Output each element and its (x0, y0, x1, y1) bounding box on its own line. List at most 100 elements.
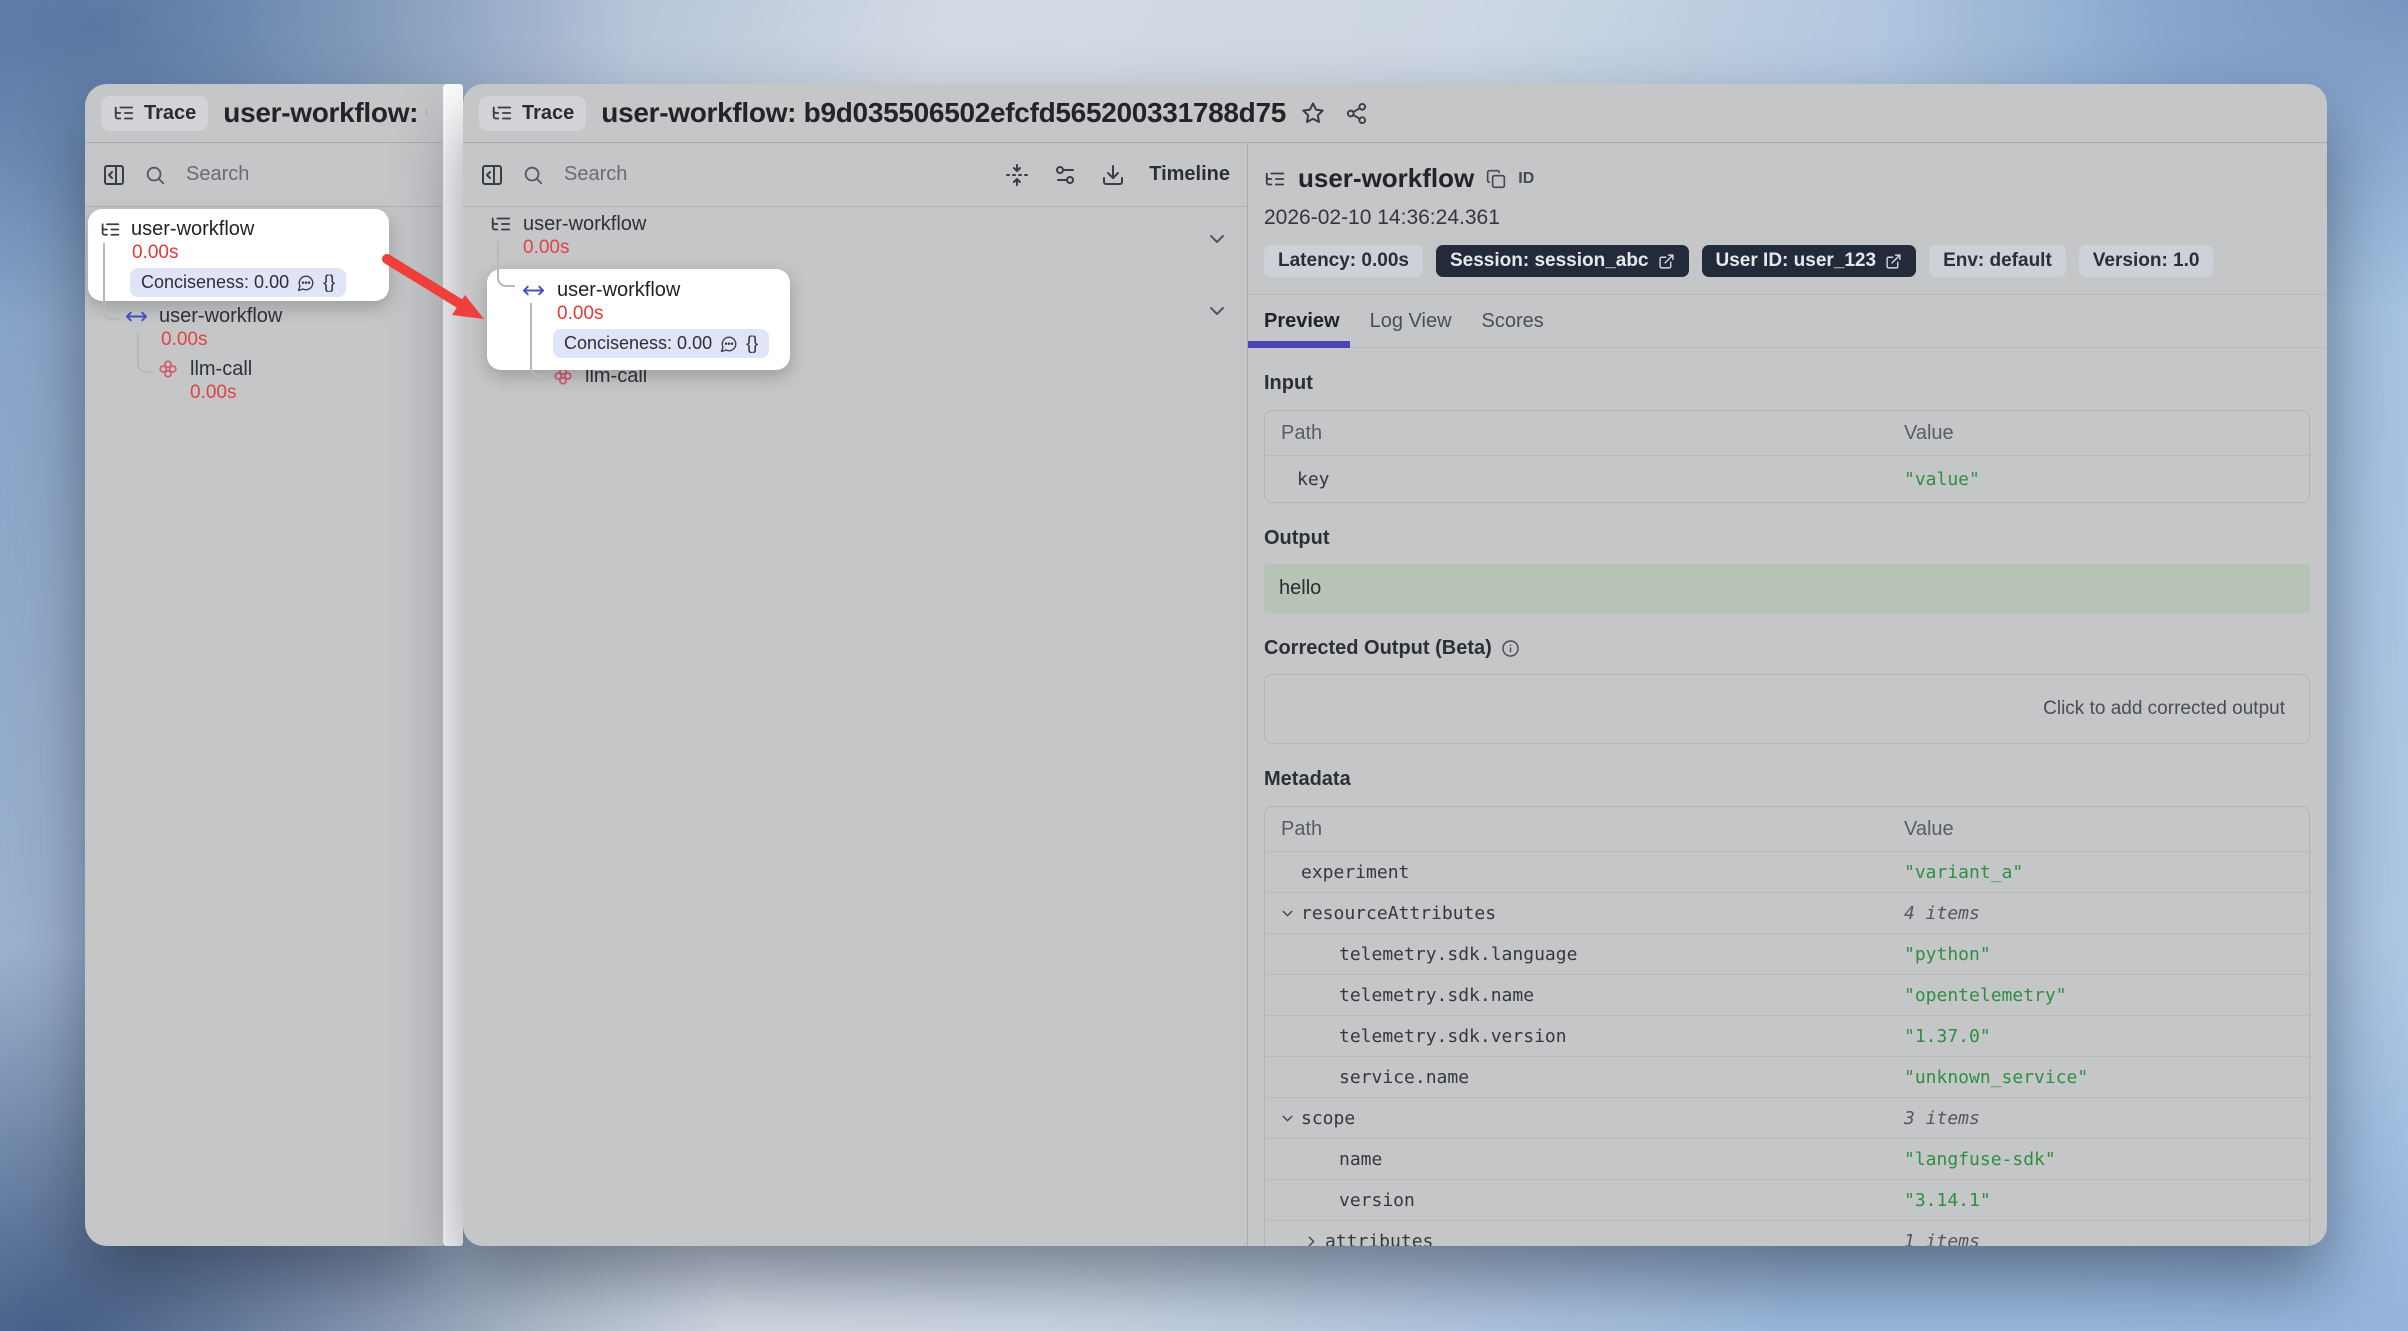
trace-detail-window: Trace user-workflow: b9d035506502efcfd56… (463, 84, 2327, 1246)
table-row[interactable]: version "3.14.1" (1265, 1179, 2309, 1220)
col-value: Value (1904, 422, 1954, 445)
llm-generation-icon (157, 358, 179, 380)
table-row[interactable]: attributes 1 items (1265, 1220, 2309, 1246)
tree-connector (103, 243, 120, 320)
settings-sliders-icon[interactable] (1053, 163, 1077, 187)
list-tree-icon (490, 213, 512, 235)
latency-badge: Latency: 0.00s (1264, 245, 1423, 277)
detail-tabs: Preview Log View Scores (1248, 294, 2326, 348)
span-duration: 0.00s (523, 236, 646, 260)
move-horizontal-icon (125, 305, 148, 328)
list-tree-icon (113, 102, 135, 124)
row-value: "value" (1904, 469, 1980, 490)
trace-badge-label: Trace (522, 102, 574, 125)
tree-search-input[interactable] (562, 162, 987, 187)
output-section-heading: Output (1264, 527, 2310, 550)
main-titlebar: Trace user-workflow: b9d035506502efcfd56… (463, 84, 2327, 143)
version-badge: Version: 1.0 (2079, 245, 2214, 277)
score-badge[interactable]: Conciseness: 0.00 {} (130, 268, 346, 297)
table-row[interactable]: telemetry.sdk.version "1.37.0" (1265, 1015, 2309, 1056)
corrected-output-placeholder: Click to add corrected output (2043, 698, 2285, 720)
bg-window-titlebar: Trace user-workflow: 0bde (85, 84, 443, 143)
fold-vertical-icon[interactable] (1005, 163, 1029, 187)
observation-tree: user-workflow 0.00s user-workflow 0.00s … (463, 207, 1247, 1246)
metadata-section-heading: Metadata (1264, 768, 2310, 791)
external-link-icon (1658, 253, 1675, 270)
tab-preview[interactable]: Preview (1248, 310, 1355, 333)
tab-log-view[interactable]: Log View (1355, 310, 1467, 333)
row-value: "opentelemetry" (1904, 985, 2067, 1006)
share-icon[interactable] (1345, 102, 1368, 125)
row-path: attributes (1325, 1231, 1433, 1247)
trace-timestamp: 2026-02-10 14:36:24.361 (1264, 206, 2310, 230)
span-label: user-workflow (159, 304, 282, 328)
trace-badges: Latency: 0.00s Session: session_abc User… (1264, 245, 2310, 277)
copy-icon[interactable] (1486, 169, 1506, 189)
bg-observation-tree: user-workflow 0.00s Conciseness: 0.00 {}… (85, 207, 443, 1246)
tab-scores[interactable]: Scores (1467, 310, 1559, 333)
table-row[interactable]: resourceAttributes 4 items (1265, 892, 2309, 933)
output-value: hello (1264, 564, 2310, 613)
score-label: Conciseness: 0.00 (564, 333, 712, 354)
table-row[interactable]: scope 3 items (1265, 1097, 2309, 1138)
tree-connector (530, 303, 548, 377)
row-value: 3 items (1904, 1108, 1980, 1129)
bg-tree-node-root-highlighted[interactable]: user-workflow 0.00s Conciseness: 0.00 {} (88, 209, 389, 301)
info-icon[interactable] (1501, 639, 1520, 658)
score-json-braces: {} (746, 333, 758, 354)
chevron-down-icon[interactable] (1279, 905, 1296, 922)
trace-badge-label: Trace (144, 102, 196, 125)
corrected-output-editor[interactable]: Click to add corrected output (1264, 674, 2310, 744)
bg-window-title: user-workflow: 0bde (223, 97, 427, 129)
row-value: "1.37.0" (1904, 1026, 1991, 1047)
row-value: 1 items (1904, 1231, 1980, 1247)
bg-window-toolbar (85, 143, 443, 207)
table-row[interactable]: telemetry.sdk.language "python" (1265, 933, 2309, 974)
row-path: name (1339, 1149, 1382, 1170)
col-path: Path (1265, 422, 1904, 445)
download-icon[interactable] (1101, 163, 1125, 187)
main-window-title: user-workflow: b9d035506502efcfd56520033… (601, 97, 1286, 129)
bg-search-input[interactable] (184, 162, 426, 187)
search-icon (144, 164, 166, 186)
span-duration: 0.00s (190, 381, 252, 405)
span-label: user-workflow (523, 212, 646, 236)
session-badge[interactable]: Session: session_abc (1436, 245, 1689, 277)
timeline-toggle[interactable]: Timeline (1149, 163, 1230, 186)
list-tree-icon (1264, 168, 1286, 190)
trace-name: user-workflow (1298, 163, 1474, 194)
row-value: "langfuse-sdk" (1904, 1149, 2056, 1170)
desktop: Trace user-workflow: 0bde user-workflow … (0, 0, 2408, 1331)
star-icon[interactable] (1301, 101, 1325, 125)
score-label: Conciseness: 0.00 (141, 272, 289, 293)
row-path: service.name (1339, 1067, 1469, 1088)
comment-icon (297, 274, 315, 292)
table-row[interactable]: experiment "variant_a" (1265, 851, 2309, 892)
chevron-down-icon[interactable] (1279, 1110, 1296, 1127)
panel-collapse-icon[interactable] (480, 163, 504, 187)
col-path: Path (1265, 818, 1904, 841)
table-row[interactable]: key "value" (1265, 455, 2309, 502)
chevron-down-icon[interactable] (1205, 299, 1229, 323)
row-path: resourceAttributes (1301, 903, 1496, 924)
score-badge[interactable]: Conciseness: 0.00 {} (553, 329, 769, 358)
input-section-heading: Input (1264, 372, 2310, 395)
list-tree-icon (491, 102, 513, 124)
panel-collapse-icon[interactable] (102, 163, 126, 187)
bg-tree-node-llm-call[interactable]: llm-call 0.00s (157, 357, 252, 405)
table-row[interactable]: service.name "unknown_service" (1265, 1056, 2309, 1097)
score-json-braces: {} (323, 272, 335, 293)
corrected-output-label: Corrected Output (Beta) (1264, 637, 1492, 660)
copy-id-label[interactable]: ID (1518, 170, 1534, 188)
span-duration: 0.00s (161, 328, 282, 352)
col-value: Value (1904, 818, 1954, 841)
span-label: user-workflow (557, 278, 680, 302)
chevron-right-icon[interactable] (1303, 1233, 1320, 1247)
move-horizontal-icon (522, 279, 545, 302)
table-row[interactable]: telemetry.sdk.name "opentelemetry" (1265, 974, 2309, 1015)
chevron-down-icon[interactable] (1205, 227, 1229, 251)
table-row[interactable]: name "langfuse-sdk" (1265, 1138, 2309, 1179)
user-badge[interactable]: User ID: user_123 (1702, 245, 1917, 277)
tree-toolbar: Timeline (463, 143, 1247, 207)
span-label: user-workflow (131, 217, 254, 241)
